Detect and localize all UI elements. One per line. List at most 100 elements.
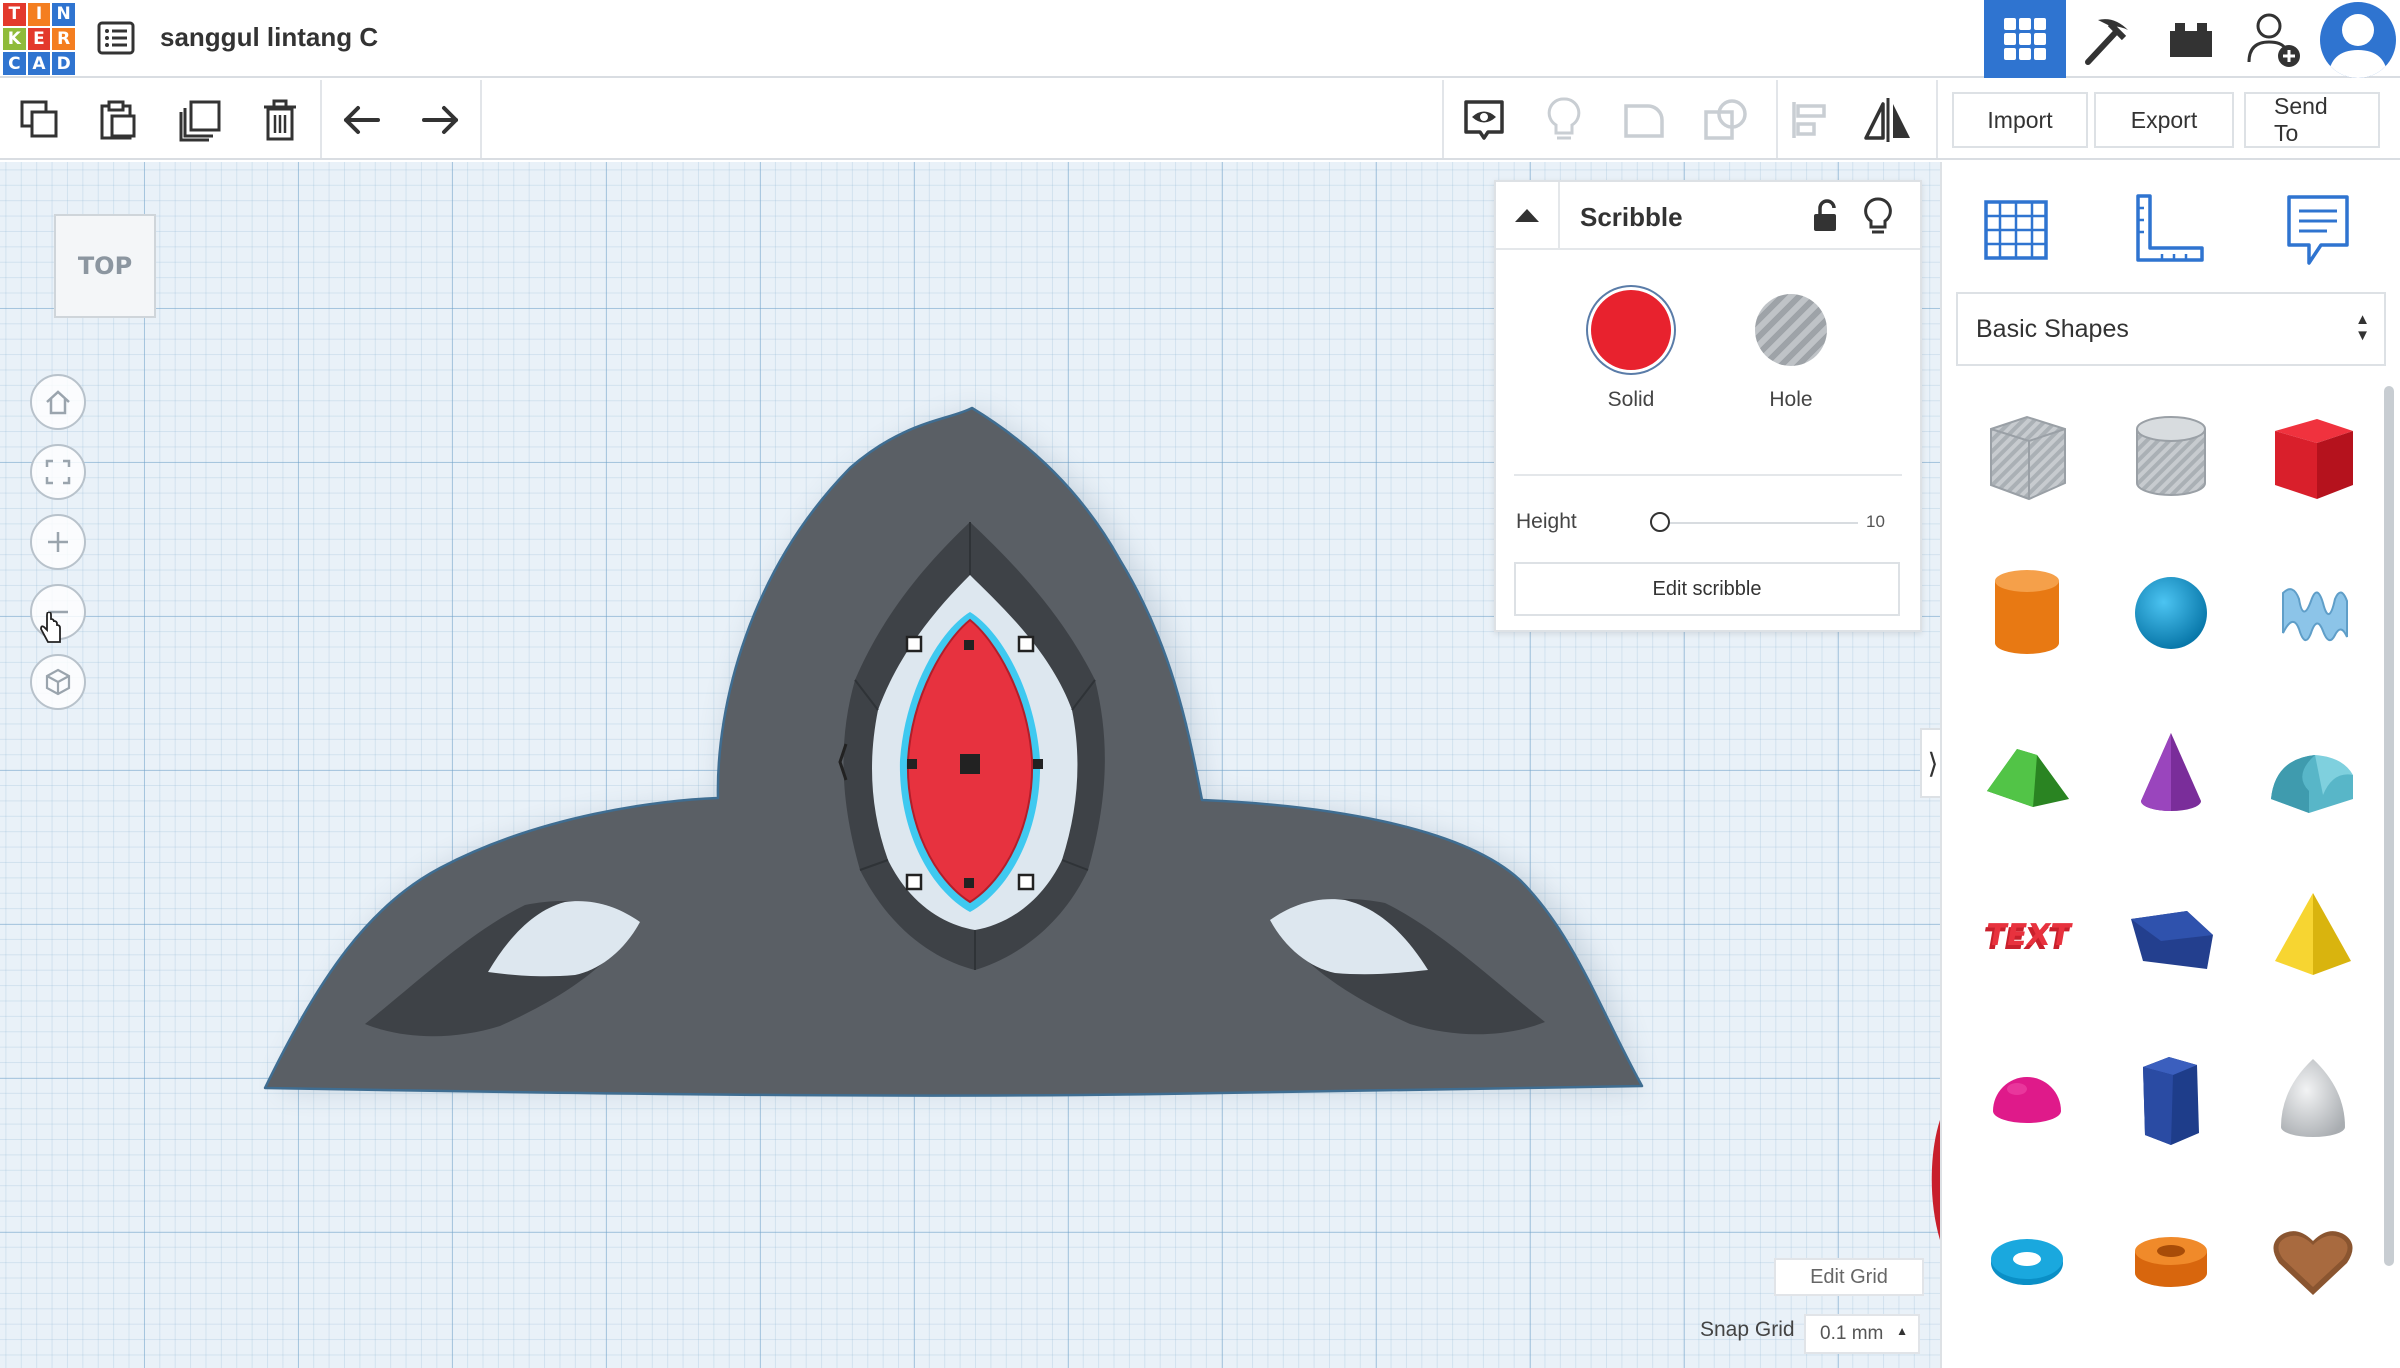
logo-letter: T — [3, 3, 26, 26]
invite-user-button[interactable] — [2234, 0, 2316, 78]
svg-text:TEXT: TEXT — [1983, 918, 2074, 953]
round-roof-icon — [2271, 755, 2353, 813]
shape-sphere[interactable] — [2106, 548, 2236, 678]
align-icon — [1792, 102, 1826, 138]
select-arrows-icon: ▲ ▼ — [2355, 311, 2370, 344]
show-all-button[interactable] — [1456, 92, 1512, 148]
shape-box-hole[interactable] — [1962, 392, 2092, 522]
shape-inspector: Scribble Solid Hole Height 10 Edit scrib… — [1494, 180, 1922, 632]
group-button[interactable] — [1616, 92, 1672, 148]
logo-letter: I — [27, 3, 51, 26]
hole-swatch[interactable] — [1755, 294, 1827, 366]
solid-option[interactable]: Solid — [1576, 290, 1686, 412]
codeblocks-button[interactable] — [2066, 0, 2148, 78]
paraboloid-icon — [2281, 1059, 2345, 1137]
inspector-collapse-button[interactable] — [1496, 182, 1560, 248]
view-cube[interactable]: TOP — [54, 214, 156, 318]
snap-grid-value: 0.1 mm — [1820, 1323, 1884, 1344]
snap-grid-select[interactable]: 0.1 mm ▲ — [1804, 1314, 1920, 1354]
shape-cylinder[interactable] — [1962, 548, 2092, 678]
category-value: Basic Shapes — [1976, 314, 2129, 343]
user-avatar[interactable] — [2320, 2, 2396, 78]
workplane[interactable]: TOP Scribble Solid Hole Height 10 Edit s… — [0, 162, 1940, 1368]
shape-cone[interactable] — [2106, 710, 2236, 840]
align-button[interactable] — [1782, 92, 1838, 148]
shape-hexagonal-prism[interactable] — [2106, 1034, 2236, 1164]
home-view-button[interactable] — [30, 374, 86, 430]
export-button[interactable]: Export — [2094, 92, 2234, 148]
design-list-button[interactable] — [96, 18, 136, 58]
cone-icon — [2141, 733, 2201, 811]
bricks-button[interactable] — [2150, 0, 2232, 78]
import-button[interactable]: Import — [1952, 92, 2088, 148]
shape-half-sphere[interactable] — [1962, 1034, 2092, 1164]
workplane-tab[interactable] — [1970, 184, 2062, 276]
hide-button[interactable] — [1860, 196, 1896, 236]
height-slider-thumb[interactable] — [1650, 512, 1670, 532]
undo-button[interactable] — [334, 92, 390, 148]
cylinder-hole-icon — [2136, 416, 2206, 496]
shape-tube[interactable] — [2106, 1196, 2236, 1326]
collapse-shapes-panel-button[interactable]: ⟩ — [1920, 728, 1940, 798]
lock-button[interactable] — [1806, 198, 1842, 234]
shape-roof[interactable] — [1962, 710, 2092, 840]
send-to-button[interactable]: Send To — [2244, 92, 2380, 148]
hole-option[interactable]: Hole — [1736, 290, 1846, 412]
box-hole-icon — [1990, 415, 2066, 501]
redo-button[interactable] — [412, 92, 468, 148]
hand-cursor-icon — [40, 612, 61, 643]
ungroup-button[interactable] — [1698, 92, 1754, 148]
fit-view-icon — [45, 459, 71, 485]
ruler-icon — [2136, 194, 2204, 262]
logo-letter: E — [27, 27, 51, 51]
copy-button[interactable] — [12, 92, 68, 148]
tube-icon — [2135, 1237, 2207, 1287]
hexagonal-prism-icon — [2143, 1057, 2199, 1145]
paste-button[interactable] — [90, 92, 146, 148]
mirror-icon — [1864, 98, 1910, 142]
zoom-in-icon — [48, 532, 68, 552]
logo-letter: C — [3, 52, 26, 75]
shape-heart[interactable] — [2248, 1196, 2378, 1326]
shape-torus[interactable] — [1962, 1196, 2092, 1326]
box-icon — [2275, 419, 2353, 499]
fit-view-button[interactable] — [30, 444, 86, 500]
notes-tab[interactable] — [2272, 184, 2364, 276]
shape-category-select[interactable]: Basic Shapes ▲ ▼ — [1956, 292, 2386, 366]
shape-cylinder-hole[interactable] — [2106, 392, 2236, 522]
shape-scribble[interactable] — [2248, 548, 2378, 678]
3d-view-button[interactable] — [1984, 0, 2066, 78]
mirror-button[interactable] — [1860, 92, 1916, 148]
project-title[interactable]: sanggul lintang C — [160, 22, 378, 53]
lego-brick-icon — [2170, 23, 2212, 57]
shape-paraboloid[interactable] — [2248, 1034, 2378, 1164]
perspective-cube-icon — [45, 668, 71, 696]
home-icon — [46, 390, 70, 415]
shape-polygon[interactable] — [2106, 872, 2236, 1002]
cylinder-icon — [1995, 570, 2059, 654]
duplicate-button[interactable] — [172, 92, 228, 148]
shape-round-roof[interactable] — [2248, 710, 2378, 840]
shape-pyramid[interactable] — [2248, 872, 2378, 1002]
unlock-icon — [1814, 199, 1836, 231]
roof-icon — [1987, 749, 2069, 807]
solid-color-swatch[interactable] — [1591, 290, 1671, 370]
edit-grid-button[interactable]: Edit Grid — [1774, 1258, 1924, 1296]
height-slider-track[interactable] — [1658, 522, 1858, 524]
shapes-scrollbar[interactable] — [2384, 386, 2394, 1266]
ruler-tab[interactable] — [2122, 184, 2214, 276]
shapes-panel: Basic Shapes ▲ ▼ TEXT TEXT — [1940, 162, 2400, 1368]
perspective-button[interactable] — [30, 654, 86, 710]
grid-icon — [2004, 18, 2046, 60]
snap-grid-label: Snap Grid — [1700, 1318, 1795, 1341]
delete-icon — [264, 99, 296, 141]
tinkercad-logo[interactable]: T I N K E R C A D — [3, 3, 75, 75]
shape-box[interactable] — [2248, 392, 2378, 522]
delete-button[interactable] — [252, 92, 308, 148]
light-bulb-button[interactable] — [1536, 92, 1592, 148]
edit-scribble-button[interactable]: Edit scribble — [1514, 562, 1900, 616]
logo-letter: R — [52, 27, 75, 51]
zoom-in-button[interactable] — [30, 514, 86, 570]
shape-text[interactable]: TEXT TEXT — [1962, 872, 2092, 1002]
logo-letter: D — [52, 52, 75, 75]
